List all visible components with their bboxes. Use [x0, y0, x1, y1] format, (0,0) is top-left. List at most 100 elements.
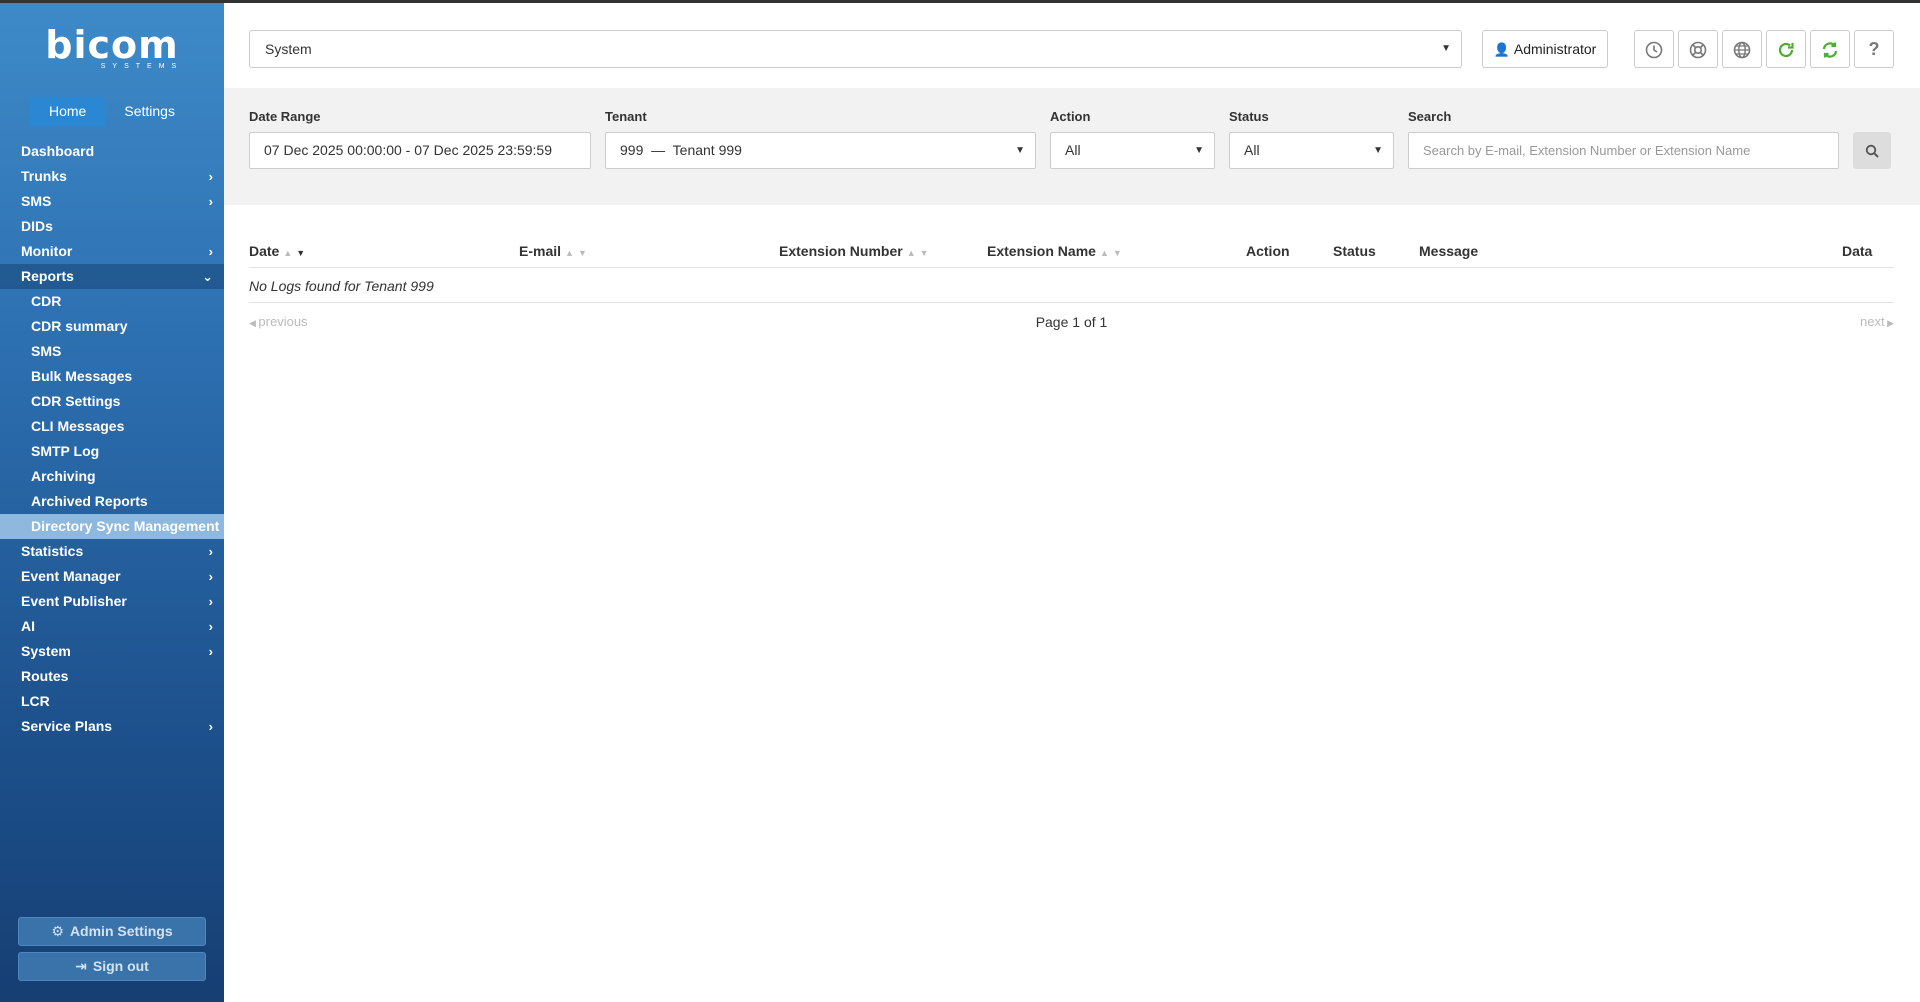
col-email[interactable]: E-mail ▲ ▼: [519, 240, 587, 264]
col-date-label: Date: [249, 243, 280, 259]
sidebar-item-event-manager[interactable]: Event Manager ›: [0, 564, 224, 589]
sidebar-item-trunks[interactable]: Trunks ›: [0, 164, 224, 189]
col-extension-name[interactable]: Extension Name ▲ ▼: [987, 240, 1122, 264]
sidebar-item-dashboard[interactable]: Dashboard: [0, 139, 224, 164]
sidebar-item-dids[interactable]: DIDs: [0, 214, 224, 239]
action-select[interactable]: All ▼: [1050, 132, 1215, 169]
sidebar-subitem-cdr-settings[interactable]: CDR Settings: [0, 389, 224, 414]
col-action: Action: [1246, 243, 1290, 259]
search-label: Search: [1408, 109, 1452, 124]
chevron-right-icon: ›: [208, 544, 213, 559]
sidebar-item-label: Event Manager: [21, 568, 121, 584]
tab-home[interactable]: Home: [30, 97, 106, 126]
sidebar-subitem-cli-messages[interactable]: CLI Messages: [0, 414, 224, 439]
admin-settings-button[interactable]: ⚙ Admin Settings: [18, 917, 206, 946]
caret-left-icon: ◀: [249, 318, 259, 328]
col-extension-number-label: Extension Number: [779, 243, 903, 259]
status-label: Status: [1229, 109, 1269, 124]
date-range-input[interactable]: 07 Dec 2025 00:00:00 - 07 Dec 2025 23:59…: [249, 132, 591, 169]
previous-label: previous: [258, 314, 308, 329]
user-name: Administrator: [1513, 41, 1597, 57]
gears-icon: ⚙: [51, 923, 64, 939]
sort-asc-icon: ▲: [906, 248, 916, 258]
search-placeholder: Search by E-mail, Extension Number or Ex…: [1423, 143, 1751, 158]
col-extension-number[interactable]: Extension Number ▲ ▼: [779, 240, 929, 264]
sidebar-item-label: AI: [21, 618, 35, 634]
lifebuoy-icon[interactable]: [1678, 30, 1718, 68]
caret-down-icon: ▼: [1194, 145, 1204, 156]
sidebar-subitem-cdr[interactable]: CDR: [0, 289, 224, 314]
sort-asc-icon: ▲: [283, 248, 293, 258]
sidebar-item-statistics[interactable]: Statistics ›: [0, 539, 224, 564]
system-select-value: System: [265, 41, 312, 57]
empty-row: No Logs found for Tenant 999: [249, 269, 1894, 303]
top-border: [0, 0, 1920, 3]
caret-right-icon: ▶: [1884, 318, 1894, 328]
sidebar-item-ai[interactable]: AI ›: [0, 614, 224, 639]
main-content: System ▼ 👤 Administrator ? Date Range 07 …: [224, 3, 1920, 1002]
tab-settings[interactable]: Settings: [105, 97, 194, 126]
date-range-label: Date Range: [249, 109, 321, 124]
sidebar-item-reports[interactable]: Reports ⌄: [0, 264, 224, 289]
sidebar-item-label: LCR: [21, 693, 50, 709]
sort-desc-icon: ▼: [1112, 248, 1122, 258]
user-icon: 👤: [1493, 42, 1510, 57]
sidebar-subitem-cdr-summary[interactable]: CDR summary: [0, 314, 224, 339]
sidebar-item-label: System: [21, 643, 71, 659]
sidebar-item-label: Dashboard: [21, 143, 95, 159]
sign-out-icon: ⇥: [75, 958, 87, 974]
sidebar-tabs: Home Settings: [30, 97, 194, 126]
sign-out-button[interactable]: ⇥ Sign out: [18, 952, 206, 981]
sync-icon[interactable]: [1810, 30, 1850, 68]
sidebar-item-monitor[interactable]: Monitor ›: [0, 239, 224, 264]
system-select[interactable]: System ▼: [249, 30, 1462, 68]
sidebar-item-routes[interactable]: Routes: [0, 664, 224, 689]
sidebar-item-label: SMS: [21, 193, 52, 209]
sidebar-item-system[interactable]: System ›: [0, 639, 224, 664]
sidebar-item-sms[interactable]: SMS ›: [0, 189, 224, 214]
chevron-right-icon: ›: [208, 244, 213, 259]
next-page-link[interactable]: next ▶: [1860, 314, 1894, 329]
sidebar-subitem-archived-reports[interactable]: Archived Reports: [0, 489, 224, 514]
logo: bicom SYSTEMS: [0, 25, 224, 70]
admin-settings-label: Admin Settings: [69, 923, 173, 939]
caret-down-icon: ▼: [1441, 43, 1451, 54]
col-message: Message: [1419, 243, 1479, 259]
sidebar-subitem-smtp-log[interactable]: SMTP Log: [0, 439, 224, 464]
sort-desc-icon: ▼: [577, 248, 587, 258]
sort-asc-icon: ▲: [1099, 248, 1109, 258]
status-value: All: [1244, 142, 1260, 158]
user-menu-button[interactable]: 👤 Administrator: [1482, 30, 1608, 68]
col-extension-name-label: Extension Name: [987, 243, 1096, 259]
action-label: Action: [1050, 109, 1091, 124]
search-button[interactable]: [1853, 132, 1891, 169]
sidebar-item-label: Trunks: [21, 168, 67, 184]
previous-page-link[interactable]: ◀ previous: [249, 314, 308, 329]
search-input[interactable]: Search by E-mail, Extension Number or Ex…: [1408, 132, 1839, 169]
clock-icon[interactable]: [1634, 30, 1674, 68]
refresh-icon[interactable]: [1766, 30, 1806, 68]
sidebar-item-service-plans[interactable]: Service Plans ›: [0, 714, 224, 739]
chevron-right-icon: ›: [208, 719, 213, 734]
sidebar-subitem-sms[interactable]: SMS: [0, 339, 224, 364]
caret-down-icon: ▼: [1015, 145, 1025, 156]
globe-icon[interactable]: [1722, 30, 1762, 68]
sidebar-subitem-archiving[interactable]: Archiving: [0, 464, 224, 489]
sidebar-item-label: Routes: [21, 668, 69, 684]
tenant-select[interactable]: 999 — Tenant 999 ▼: [605, 132, 1036, 169]
caret-down-icon: ▼: [1373, 145, 1383, 156]
table-header: Date ▲ ▼ E-mail ▲ ▼ Extension Number ▲ ▼ Exten…: [249, 240, 1894, 268]
col-date[interactable]: Date ▲ ▼: [249, 240, 305, 264]
status-select[interactable]: All ▼: [1229, 132, 1394, 169]
sort-desc-icon: ▼: [296, 248, 306, 258]
chevron-right-icon: ›: [208, 644, 213, 659]
help-icon[interactable]: ?: [1854, 30, 1894, 68]
sidebar-subitem-directory-sync[interactable]: Directory Sync Management: [0, 514, 224, 539]
sort-asc-icon: ▲: [565, 248, 574, 258]
sidebar-subitem-bulk-messages[interactable]: Bulk Messages: [0, 364, 224, 389]
sidebar: bicom SYSTEMS Home Settings Dashboard Tr…: [0, 3, 224, 1002]
date-range-value: 07 Dec 2025 00:00:00 - 07 Dec 2025 23:59…: [264, 142, 552, 158]
sidebar-item-event-publisher[interactable]: Event Publisher ›: [0, 589, 224, 614]
sidebar-item-lcr[interactable]: LCR: [0, 689, 224, 714]
chevron-right-icon: ›: [208, 594, 213, 609]
